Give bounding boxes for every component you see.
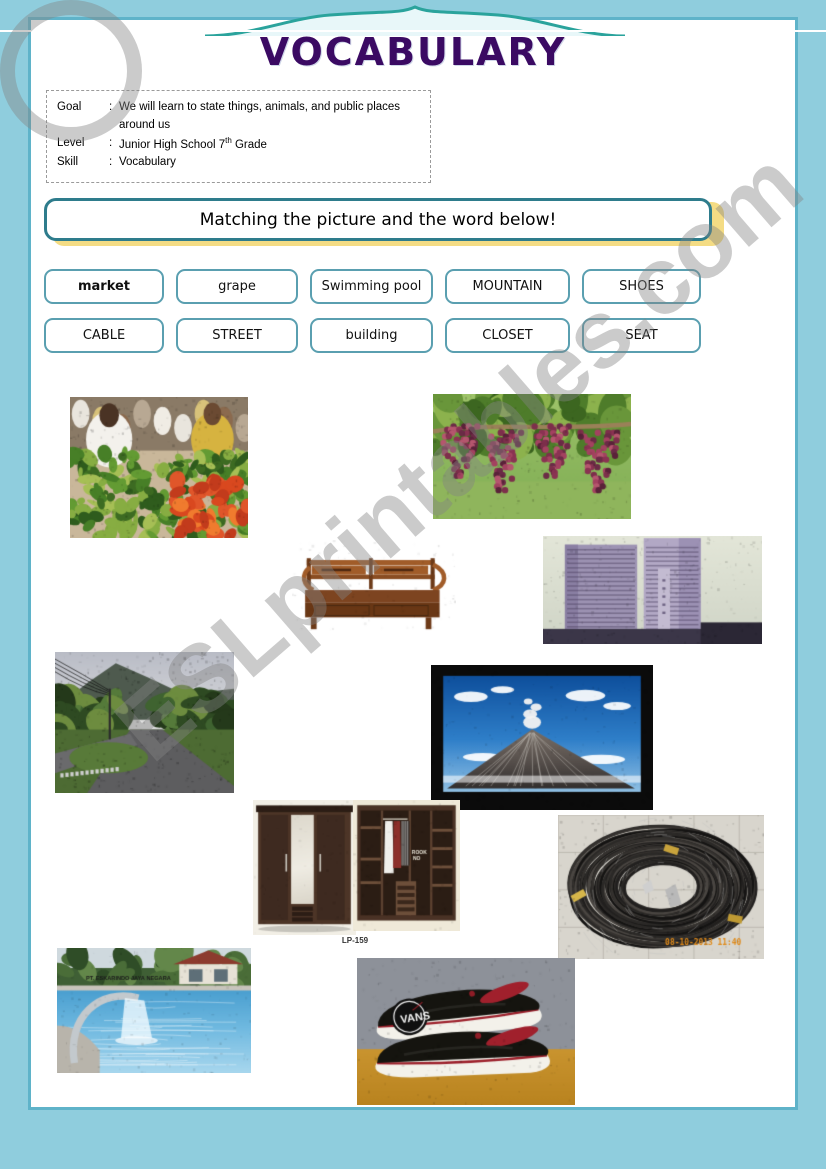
swimming-pool-photo-canvas [57, 948, 251, 1073]
seat-photo[interactable] [292, 540, 456, 631]
level-value: Junior High School 7th Grade [119, 135, 420, 155]
cable-photo-canvas [558, 815, 764, 959]
goal-row: Goal : We will learn to state things, an… [57, 99, 420, 135]
grape-photo-canvas [433, 394, 631, 519]
level-value-prefix: Junior High School 7 [119, 138, 225, 150]
mountain-photo[interactable] [431, 665, 653, 810]
closet-door-photo[interactable] [253, 800, 356, 935]
building-photo[interactable] [543, 536, 762, 644]
word-box-label: building [345, 328, 397, 343]
lesson-info-box: Goal : We will learn to state things, an… [46, 90, 431, 183]
instruction-text: Matching the picture and the word below! [200, 210, 557, 230]
word-box-market[interactable]: market [44, 269, 164, 304]
swimming-pool-photo[interactable] [57, 948, 251, 1073]
closet-model-caption: LP-159 [305, 936, 405, 945]
word-box-swimming-pool[interactable]: Swimming pool [310, 269, 433, 304]
goal-value: We will learn to state things, animals, … [119, 99, 420, 135]
goal-label: Goal [57, 99, 109, 135]
shoes-photo[interactable] [357, 958, 575, 1105]
level-label: Level [57, 135, 109, 155]
closet-door-photo-canvas [253, 800, 356, 935]
word-bank-row-1: market grape Swimming pool MOUNTAIN SHOES [44, 269, 744, 304]
word-box-label: MOUNTAIN [472, 279, 542, 294]
mountain-photo-canvas [431, 665, 653, 810]
word-box-label: CABLE [83, 328, 125, 343]
skill-value: Vocabulary [119, 154, 420, 172]
street-photo-canvas [55, 652, 234, 793]
level-value-suffix: Grade [232, 138, 267, 150]
word-box-label: SEAT [625, 328, 657, 343]
word-box-street[interactable]: STREET [176, 318, 298, 353]
skill-row: Skill : Vocabulary [57, 154, 420, 172]
seat-photo-canvas [292, 540, 456, 631]
word-box-grape[interactable]: grape [176, 269, 298, 304]
word-box-seat[interactable]: SEAT [582, 318, 701, 353]
word-box-label: SHOES [619, 279, 664, 294]
word-box-label: grape [218, 279, 256, 294]
grape-photo[interactable] [433, 394, 631, 519]
skill-separator: : [109, 154, 119, 172]
goal-separator: : [109, 99, 119, 135]
shoes-photo-canvas [357, 958, 575, 1105]
level-separator: : [109, 135, 119, 155]
skill-label: Skill [57, 154, 109, 172]
word-bank-row-2: CABLE STREET building CLOSET SEAT [44, 318, 744, 353]
word-box-label: CLOSET [482, 328, 533, 343]
market-photo[interactable] [70, 397, 248, 538]
building-photo-canvas [543, 536, 762, 644]
page-title: VOCABULARY [0, 30, 826, 74]
word-box-building[interactable]: building [310, 318, 433, 353]
word-box-label: Swimming pool [322, 279, 422, 294]
word-box-mountain[interactable]: MOUNTAIN [445, 269, 570, 304]
word-box-label: STREET [212, 328, 262, 343]
word-box-shoes[interactable]: SHOES [582, 269, 701, 304]
level-row: Level : Junior High School 7th Grade [57, 135, 420, 155]
word-box-label: market [78, 279, 130, 294]
instruction-banner: Matching the picture and the word below! [44, 198, 712, 241]
word-box-cable[interactable]: CABLE [44, 318, 164, 353]
closet-open-photo-canvas [353, 800, 460, 931]
market-photo-canvas [70, 397, 248, 538]
street-photo[interactable] [55, 652, 234, 793]
word-box-closet[interactable]: CLOSET [445, 318, 570, 353]
instruction-banner-wrapper: Matching the picture and the word below! [44, 198, 724, 246]
level-value-ordinal: th [225, 136, 232, 145]
closet-open-photo[interactable] [353, 800, 460, 931]
cable-photo[interactable] [558, 815, 764, 959]
